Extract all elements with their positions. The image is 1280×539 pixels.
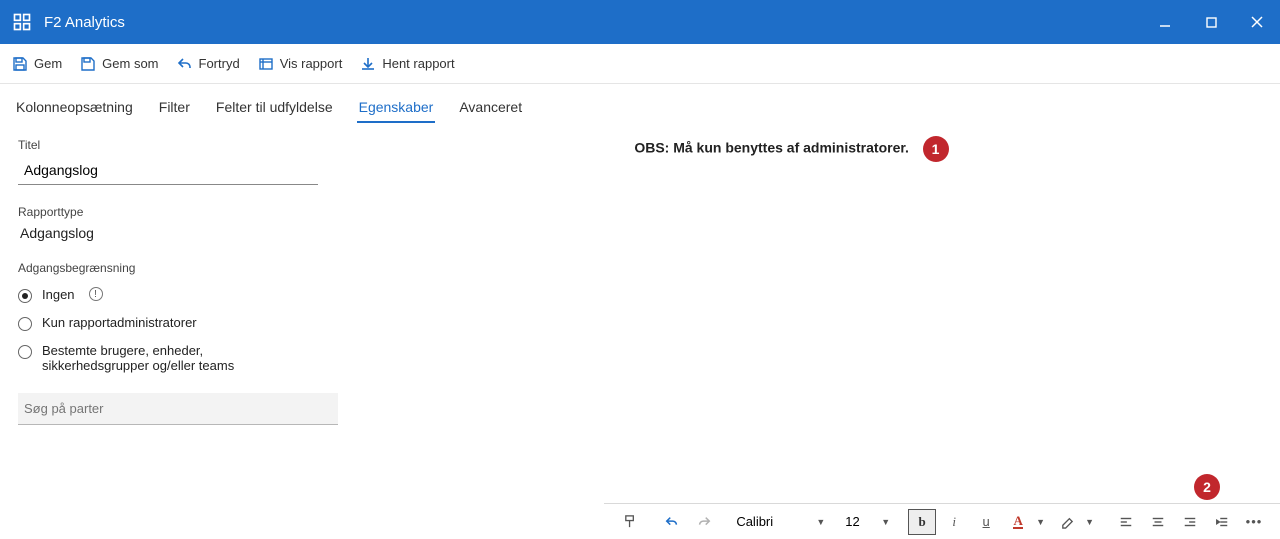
- font-size-select[interactable]: [843, 512, 877, 531]
- search-parties-input[interactable]: [18, 393, 338, 425]
- undo-label: Fortryd: [199, 56, 240, 71]
- italic-button[interactable]: i: [940, 509, 968, 535]
- main-toolbar: Gem Gem som Fortryd Vis rapport Hent rap…: [0, 44, 1280, 84]
- info-icon[interactable]: !: [89, 287, 103, 301]
- align-right-button[interactable]: [1176, 509, 1204, 535]
- radio-admins[interactable]: [18, 317, 32, 331]
- reporttype-value: Adgangslog: [20, 225, 584, 241]
- editor-note: OBS: Må kun benyttes af administratorer.: [634, 139, 909, 155]
- editor-undo-button[interactable]: [658, 509, 686, 535]
- radio-none-label: Ingen: [42, 287, 75, 302]
- title-label: Titel: [18, 138, 584, 152]
- radio-none[interactable]: [18, 289, 32, 303]
- radio-none-row[interactable]: Ingen !: [18, 281, 584, 309]
- chevron-down-icon[interactable]: ▼: [1036, 517, 1045, 527]
- align-left-button[interactable]: [1112, 509, 1140, 535]
- editor-pane: OBS: Må kun benyttes af administratorer.…: [604, 124, 1280, 539]
- download-report-label: Hent rapport: [382, 56, 454, 71]
- more-button[interactable]: •••: [1240, 509, 1268, 535]
- title-input[interactable]: [18, 158, 318, 185]
- report-icon: [258, 56, 274, 72]
- bold-button[interactable]: b: [908, 509, 936, 535]
- radio-specific[interactable]: [18, 345, 32, 359]
- tab-advanced[interactable]: Avanceret: [457, 99, 524, 123]
- tab-column-setup[interactable]: Kolonneopsætning: [14, 99, 135, 123]
- app-icon: [12, 12, 32, 32]
- tab-filter[interactable]: Filter: [157, 99, 192, 123]
- app-title: F2 Analytics: [44, 14, 1142, 31]
- indent-button[interactable]: [1208, 509, 1236, 535]
- undo-button[interactable]: Fortryd: [177, 56, 240, 72]
- minimize-button[interactable]: [1142, 0, 1188, 44]
- save-as-label: Gem som: [102, 56, 158, 71]
- save-label: Gem: [34, 56, 62, 71]
- tab-properties[interactable]: Egenskaber: [357, 99, 436, 123]
- tab-bar: Kolonneopsætning Filter Felter til udfyl…: [0, 84, 1280, 124]
- editor-toolbar: 2 ▼ ▼ b i u A ▼: [604, 503, 1280, 539]
- editor-redo-button[interactable]: [690, 509, 718, 535]
- access-label: Adgangsbegrænsning: [18, 261, 584, 275]
- undo-icon: [177, 56, 193, 72]
- align-center-button[interactable]: [1144, 509, 1172, 535]
- font-color-button[interactable]: A: [1004, 509, 1032, 535]
- format-painter-button[interactable]: [616, 509, 644, 535]
- show-report-button[interactable]: Vis rapport: [258, 56, 343, 72]
- access-radio-group: Ingen ! Kun rapportadministratorer Beste…: [18, 281, 584, 379]
- content: Titel Rapporttype Adgangslog Adgangsbegr…: [0, 124, 1280, 539]
- chevron-down-icon[interactable]: ▼: [881, 517, 890, 527]
- show-report-label: Vis rapport: [280, 56, 343, 71]
- properties-pane: Titel Rapporttype Adgangslog Adgangsbegr…: [0, 124, 604, 539]
- tab-fields[interactable]: Felter til udfyldelse: [214, 99, 335, 123]
- editor-area[interactable]: OBS: Må kun benyttes af administratorer.…: [604, 124, 1280, 503]
- window-controls: [1142, 0, 1280, 44]
- callout-badge-1: 1: [923, 136, 949, 162]
- underline-button[interactable]: u: [972, 509, 1000, 535]
- save-as-icon: [80, 56, 96, 72]
- download-icon: [360, 56, 376, 72]
- chevron-down-icon[interactable]: ▼: [1085, 517, 1094, 527]
- maximize-button[interactable]: [1188, 0, 1234, 44]
- download-report-button[interactable]: Hent rapport: [360, 56, 454, 72]
- radio-specific-row[interactable]: Bestemte brugere, enheder, sikkerhedsgru…: [18, 337, 584, 379]
- radio-admins-row[interactable]: Kun rapportadministratorer: [18, 309, 584, 337]
- close-button[interactable]: [1234, 0, 1280, 44]
- save-icon: [12, 56, 28, 72]
- callout-badge-2: 2: [1194, 474, 1220, 500]
- save-button[interactable]: Gem: [12, 56, 62, 72]
- reporttype-label: Rapporttype: [18, 205, 584, 219]
- radio-specific-label: Bestemte brugere, enheder, sikkerhedsgru…: [42, 343, 292, 373]
- save-as-button[interactable]: Gem som: [80, 56, 158, 72]
- font-family-select[interactable]: [732, 512, 812, 531]
- highlight-button[interactable]: [1053, 509, 1081, 535]
- radio-admins-label: Kun rapportadministratorer: [42, 315, 197, 330]
- titlebar: F2 Analytics: [0, 0, 1280, 44]
- chevron-down-icon[interactable]: ▼: [816, 517, 825, 527]
